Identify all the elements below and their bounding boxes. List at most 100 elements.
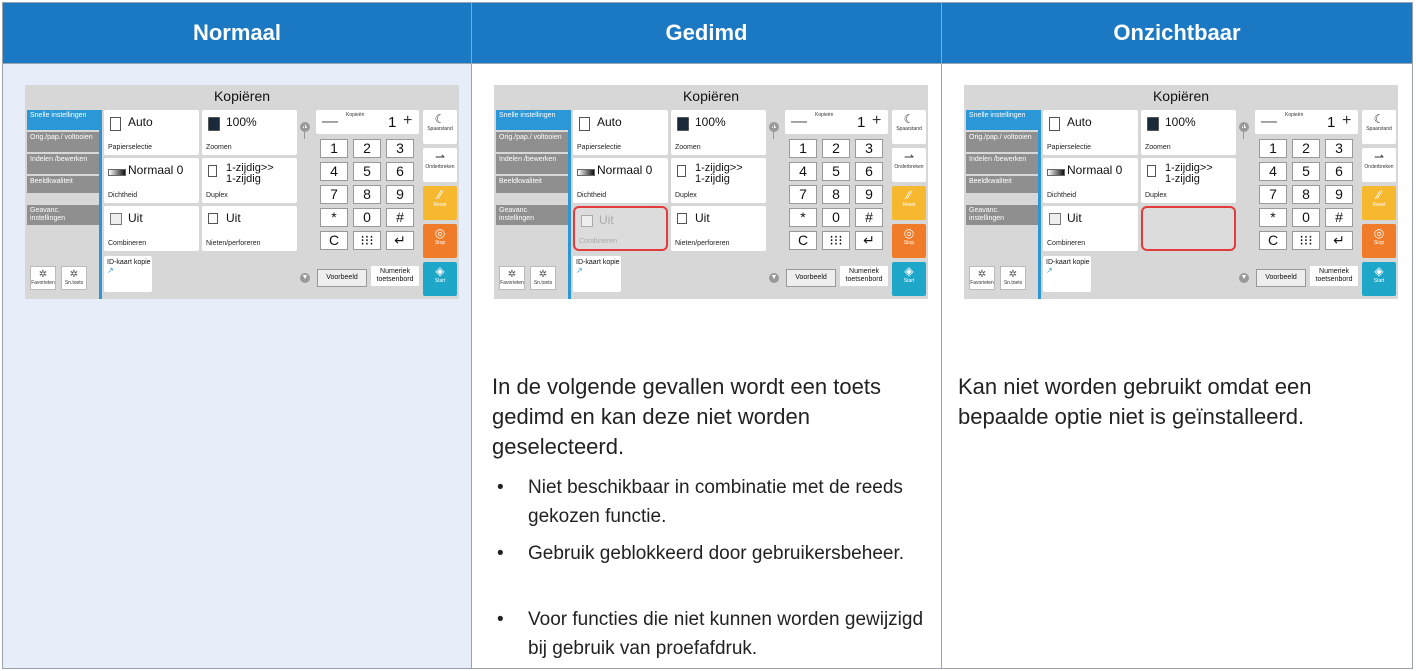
minus-button[interactable]: — — [791, 113, 807, 131]
scroll-down-icon[interactable]: ▼ — [1239, 273, 1249, 283]
start-button[interactable]: ◈ Start — [423, 262, 457, 296]
key-button[interactable]: * — [1259, 208, 1287, 227]
tab-geavanceerde-instellingen[interactable]: Geavanc. instellingen — [966, 205, 1038, 225]
spaarstand-button[interactable]: ☾ Spaarstand — [1362, 110, 1396, 144]
key-button[interactable]: 9 — [855, 185, 883, 204]
reset-button[interactable]: ⁄⁄ Reset — [1362, 186, 1396, 220]
stop-button[interactable]: ◎ Stop — [1362, 224, 1396, 258]
key-button[interactable]: 8 — [822, 185, 850, 204]
zoomen-tile[interactable]: 100% Zoomen — [671, 110, 766, 155]
key-button[interactable]: 9 — [386, 185, 414, 204]
key-button[interactable]: 6 — [855, 162, 883, 181]
zoomen-tile[interactable]: 100% Zoomen — [202, 110, 297, 155]
scrollbar[interactable] — [773, 122, 774, 139]
tab-indelen-bewerken[interactable]: Indelen /bewerken — [966, 154, 1038, 174]
key-button[interactable]: 8 — [353, 185, 381, 204]
voorbeeld-button[interactable]: Voorbeeld — [786, 269, 836, 287]
plus-button[interactable]: + — [1342, 112, 1351, 130]
papierselectie-tile[interactable]: Auto Papierselectie — [1043, 110, 1138, 155]
tab-beeldkwaliteit[interactable]: Beeldkwaliteit — [496, 176, 568, 193]
spaarstand-button[interactable]: ☾ Spaarstand — [892, 110, 926, 144]
key-button[interactable]: C — [320, 231, 348, 250]
key-button[interactable]: 1 — [1259, 139, 1287, 158]
key-button[interactable]: ⁝⁝⁝ — [353, 231, 381, 250]
key-button[interactable]: 0 — [353, 208, 381, 227]
stop-button[interactable]: ◎ Stop — [423, 224, 457, 258]
dichtheid-tile[interactable]: Normaal 0 Dichtheid — [104, 158, 199, 203]
numeriek-toetsenbord-button[interactable]: Numeriek toetsenbord — [1310, 266, 1358, 286]
key-button[interactable]: # — [1325, 208, 1353, 227]
key-button[interactable]: ⁝⁝⁝ — [822, 231, 850, 250]
tab-snelle-instellingen[interactable]: Snelle instellingen — [27, 110, 99, 130]
scrollbar[interactable] — [1243, 122, 1244, 139]
favorieten-button[interactable]: ✲ Favorieten — [499, 266, 525, 290]
key-button[interactable]: 3 — [855, 139, 883, 158]
key-button[interactable]: 0 — [822, 208, 850, 227]
minus-button[interactable]: — — [322, 113, 338, 131]
tab-beeldkwaliteit[interactable]: Beeldkwaliteit — [966, 176, 1038, 193]
key-button[interactable]: 1 — [320, 139, 348, 158]
idkaart-tile[interactable]: ID-kaart kopie ↗ — [573, 256, 621, 292]
duplex-tile[interactable]: 1-zijdig>> 1-zijdig Duplex — [202, 158, 297, 203]
duplex-tile[interactable]: 1-zijdig>> 1-zijdig Duplex — [1141, 158, 1236, 203]
numeriek-toetsenbord-button[interactable]: Numeriek toetsenbord — [371, 266, 419, 286]
spaarstand-button[interactable]: ☾ Spaarstand — [423, 110, 457, 144]
voorbeeld-button[interactable]: Voorbeeld — [317, 269, 367, 287]
key-button[interactable]: 4 — [789, 162, 817, 181]
voorbeeld-button[interactable]: Voorbeeld — [1256, 269, 1306, 287]
combineren-tile[interactable]: Uit Combineren — [104, 206, 199, 251]
key-button[interactable]: 7 — [789, 185, 817, 204]
idkaart-tile[interactable]: ID-kaart kopie ↗ — [1043, 256, 1091, 292]
sneltoets-button[interactable]: ✲ Sn.toets — [530, 266, 556, 290]
key-button[interactable]: 2 — [353, 139, 381, 158]
key-button[interactable]: 2 — [822, 139, 850, 158]
combineren-tile[interactable]: Uit Combineren — [573, 206, 668, 251]
sneltoets-button[interactable]: ✲ Sn.toets — [1000, 266, 1026, 290]
key-button[interactable]: * — [320, 208, 348, 227]
key-button[interactable]: 5 — [822, 162, 850, 181]
nieten-perforeren-tile[interactable]: Uit Nieten/perforeren — [671, 206, 766, 251]
tab-snelle-instellingen[interactable]: Snelle instellingen — [966, 110, 1038, 130]
scroll-down-icon[interactable]: ▼ — [300, 273, 310, 283]
key-button[interactable]: 9 — [1325, 185, 1353, 204]
tab-orig-pap-voltooien[interactable]: Orig./pap./ voltooien — [27, 132, 99, 152]
papierselectie-tile[interactable]: Auto Papierselectie — [573, 110, 668, 155]
key-button[interactable]: 5 — [1292, 162, 1320, 181]
tab-geavanceerde-instellingen[interactable]: Geavanc. instellingen — [27, 205, 99, 225]
key-button[interactable]: ⁝⁝⁝ — [1292, 231, 1320, 250]
key-button[interactable]: 0 — [1292, 208, 1320, 227]
key-button[interactable]: 3 — [1325, 139, 1353, 158]
tab-snelle-instellingen[interactable]: Snelle instellingen — [496, 110, 568, 130]
zoomen-tile[interactable]: 100% Zoomen — [1141, 110, 1236, 155]
key-button[interactable]: ↵ — [855, 231, 883, 250]
key-button[interactable]: 5 — [353, 162, 381, 181]
idkaart-tile[interactable]: ID-kaart kopie ↗ — [104, 256, 152, 292]
papierselectie-tile[interactable]: Auto Papierselectie — [104, 110, 199, 155]
tab-indelen-bewerken[interactable]: Indelen /bewerken — [496, 154, 568, 174]
key-button[interactable]: 7 — [320, 185, 348, 204]
key-button[interactable]: 4 — [320, 162, 348, 181]
key-button[interactable]: * — [789, 208, 817, 227]
scroll-up-icon[interactable]: ▲ — [300, 122, 310, 132]
key-button[interactable]: 4 — [1259, 162, 1287, 181]
nieten-perforeren-tile[interactable]: Uit Nieten/perforeren — [202, 206, 297, 251]
onderbreken-button[interactable]: ⇀ Onderbreken — [892, 148, 926, 182]
tab-beeldkwaliteit[interactable]: Beeldkwaliteit — [27, 176, 99, 193]
start-button[interactable]: ◈ Start — [1362, 262, 1396, 296]
numeriek-toetsenbord-button[interactable]: Numeriek toetsenbord — [840, 266, 888, 286]
key-button[interactable]: ↵ — [386, 231, 414, 250]
reset-button[interactable]: ⁄⁄ Reset — [423, 186, 457, 220]
duplex-tile[interactable]: 1-zijdig>> 1-zijdig Duplex — [671, 158, 766, 203]
key-button[interactable]: 3 — [386, 139, 414, 158]
scroll-down-icon[interactable]: ▼ — [769, 273, 779, 283]
favorieten-button[interactable]: ✲ Favorieten — [30, 266, 56, 290]
dichtheid-tile[interactable]: Normaal 0 Dichtheid — [1043, 158, 1138, 203]
tab-orig-pap-voltooien[interactable]: Orig./pap./ voltooien — [966, 132, 1038, 152]
dichtheid-tile[interactable]: Normaal 0 Dichtheid — [573, 158, 668, 203]
key-button[interactable]: # — [855, 208, 883, 227]
combineren-tile[interactable]: Uit Combineren — [1043, 206, 1138, 251]
scroll-up-icon[interactable]: ▲ — [769, 122, 779, 132]
favorieten-button[interactable]: ✲ Favorieten — [969, 266, 995, 290]
key-button[interactable]: C — [789, 231, 817, 250]
stop-button[interactable]: ◎ Stop — [892, 224, 926, 258]
